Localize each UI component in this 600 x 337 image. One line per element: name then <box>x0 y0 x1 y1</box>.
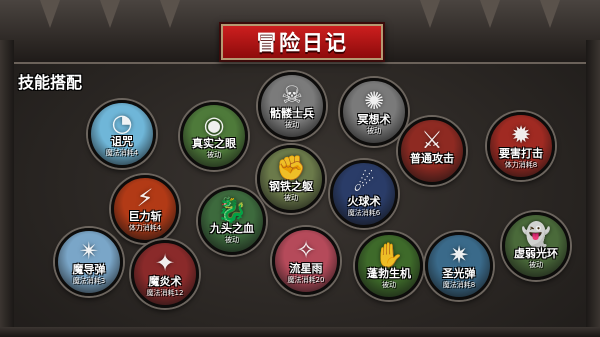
skill-name: 冥想术 <box>357 113 391 126</box>
skill-name: 普通攻击 <box>410 152 454 165</box>
frame-bottom-border <box>0 327 600 337</box>
skill-name: 钢铁之躯 <box>269 180 313 193</box>
skill-fireball-button[interactable]: ☄ 火球术 魔法消耗6 <box>330 160 398 228</box>
frame-spike-icon <box>40 0 60 28</box>
section-label: 技能搭配 <box>18 73 83 92</box>
skill-cost: 魔法消耗12 <box>146 289 184 297</box>
skill-demon-flame-button[interactable]: ✦ 魔炎术 魔法消耗12 <box>131 240 199 308</box>
skill-vital-strike-button[interactable]: ✹ 要害打击 体力消耗8 <box>487 112 555 180</box>
skill-cost: 体力消耗8 <box>504 161 538 169</box>
skill-weakness-aura-button[interactable]: 👻 虚弱光环 被动 <box>502 212 570 280</box>
skill-cost: 体力消耗4 <box>128 224 162 232</box>
skill-cost: 魔法消耗4 <box>105 149 139 157</box>
skill-name: 火球术 <box>347 195 381 208</box>
skill-skeleton-soldier-button[interactable]: ☠ 骷髅士兵 被动 <box>258 72 326 140</box>
skill-iron-body-button[interactable]: ✊ 钢铁之躯 被动 <box>257 145 325 213</box>
skill-name: 诅咒 <box>111 135 133 148</box>
frame-spike-icon <box>420 0 440 28</box>
skill-cost: 被动 <box>207 151 221 159</box>
skill-meditation-button[interactable]: ✺ 冥想术 被动 <box>340 78 408 146</box>
skill-name: 魔炎术 <box>148 275 182 288</box>
title-banner: 冒险日记 <box>219 22 385 62</box>
skill-name: 流星雨 <box>289 262 323 275</box>
skill-mighty-slash-button[interactable]: ⚡ 巨力斩 体力消耗4 <box>111 175 179 243</box>
skill-meteor-shower-button[interactable]: ✧ 流星雨 魔法消耗20 <box>272 227 340 295</box>
skill-cost: 被动 <box>529 261 543 269</box>
skill-name: 虚弱光环 <box>514 247 558 260</box>
skill-normal-attack-button[interactable]: ⚔ 普通攻击 <box>398 117 466 185</box>
skill-true-eye-button[interactable]: ◉ 真实之眼 被动 <box>180 102 248 170</box>
frame-spike-icon <box>540 0 560 28</box>
frame-spike-icon <box>160 0 180 28</box>
skill-cost: 魔法消耗6 <box>347 209 381 217</box>
skill-name: 骷髅士兵 <box>270 107 314 120</box>
frame-left-border <box>0 40 14 337</box>
skill-magic-missile-button[interactable]: ✴ 魔导弹 魔法消耗3 <box>55 228 123 296</box>
frame-right-border <box>586 40 600 337</box>
skill-hydra-blood-button[interactable]: 🐉 九头之血 被动 <box>198 187 266 255</box>
skill-name: 要害打击 <box>499 147 543 160</box>
skill-name: 真实之眼 <box>192 137 236 150</box>
skill-cost: 魔法消耗8 <box>442 281 476 289</box>
frame-spike-icon <box>480 0 500 28</box>
skill-name: 巨力斩 <box>128 210 162 223</box>
skill-cost: 被动 <box>225 236 239 244</box>
skill-cost: 被动 <box>285 121 299 129</box>
frame-spike-icon <box>100 0 120 28</box>
page-title: 冒险日记 <box>256 31 348 55</box>
skill-curse-button[interactable]: ◔ 诅咒 魔法消耗4 <box>88 100 156 168</box>
skill-holy-bolt-button[interactable]: ✷ 圣光弹 魔法消耗8 <box>425 232 493 300</box>
skill-name: 九头之血 <box>210 222 254 235</box>
skill-cost: 魔法消耗20 <box>287 276 325 284</box>
